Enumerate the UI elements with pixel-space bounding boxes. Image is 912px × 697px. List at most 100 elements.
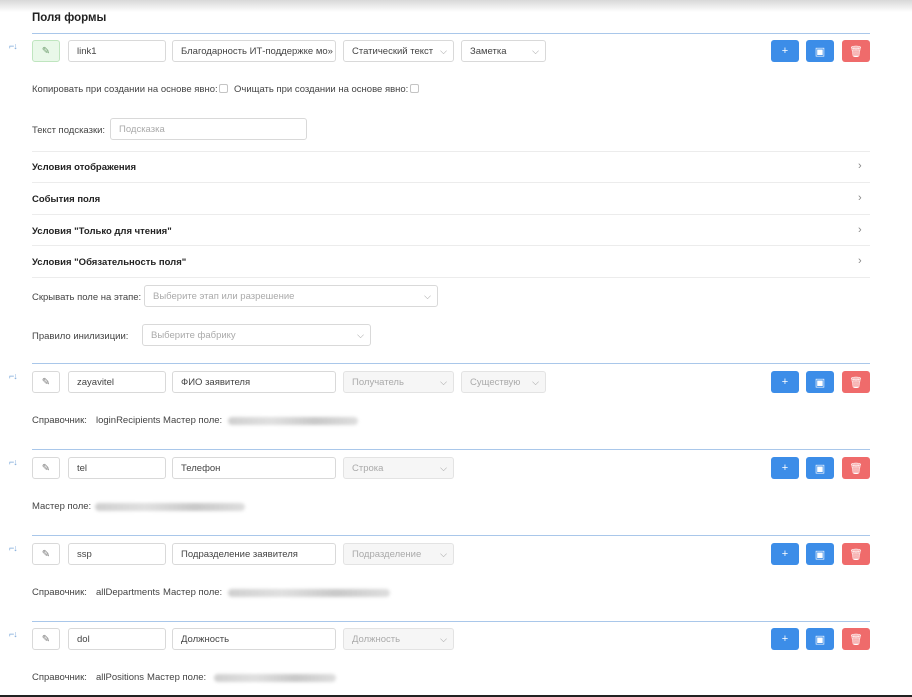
field-code-input[interactable]: tel: [68, 457, 166, 479]
pencil-icon[interactable]: ✎: [32, 371, 60, 393]
section-field-events[interactable]: События поля: [32, 194, 100, 205]
drag-handle-icon[interactable]: ⌐↓: [9, 543, 23, 553]
delete-button[interactable]: 🗑: [842, 628, 870, 650]
hide-stage-select[interactable]: Выберите этап или разрешение ⌵: [144, 285, 438, 307]
delete-button[interactable]: 🗑: [842, 457, 870, 479]
plus-icon: +: [781, 633, 789, 645]
hint-input[interactable]: Подсказка: [110, 118, 307, 140]
edit-square-icon: ▣: [814, 45, 826, 58]
field-name-input[interactable]: Благодарность ИТ-поддержке мо»: [172, 40, 336, 62]
hide-stage-label: Скрывать поле на этапе:: [32, 292, 142, 303]
divider: [32, 277, 870, 278]
field-code-input[interactable]: ssp: [68, 543, 166, 565]
field-divider: [32, 363, 870, 364]
field-type-select: Должность ⌵: [343, 628, 454, 650]
delete-button[interactable]: 🗑: [842, 371, 870, 393]
field-type-select: Получатель ⌵: [343, 371, 454, 393]
plus-icon: +: [781, 45, 789, 57]
copy-label: Копировать при создании на основе явно:: [32, 84, 218, 95]
trash-icon: 🗑: [849, 548, 863, 561]
section-readonly-conditions[interactable]: Условия "Только для чтения": [32, 226, 172, 237]
add-button[interactable]: +: [771, 371, 799, 393]
trash-icon: 🗑: [849, 376, 863, 389]
clear-checkbox[interactable]: [410, 84, 419, 93]
field-type-value: Строка: [352, 462, 384, 474]
edit-button[interactable]: ▣: [806, 628, 834, 650]
field-name-input[interactable]: Телефон: [172, 457, 336, 479]
field-divider: [32, 449, 870, 450]
field-name-input[interactable]: ФИО заявителя: [172, 371, 336, 393]
chevron-down-icon: ⌵: [440, 377, 447, 387]
field-code-input[interactable]: link1: [68, 40, 166, 62]
add-button[interactable]: +: [771, 40, 799, 62]
edit-button[interactable]: ▣: [806, 457, 834, 479]
field-code-input[interactable]: zayavitel: [68, 371, 166, 393]
copy-checkbox[interactable]: [219, 84, 228, 93]
delete-button[interactable]: 🗑: [842, 40, 870, 62]
field-subtype-value: Существую: [470, 376, 521, 388]
trash-icon: 🗑: [849, 45, 863, 58]
trash-icon: 🗑: [849, 633, 863, 646]
plus-icon: +: [781, 462, 789, 474]
directory-value: loginRecipients: [96, 415, 161, 426]
drag-handle-icon[interactable]: ⌐↓: [9, 41, 23, 51]
edit-square-icon: ▣: [814, 548, 826, 561]
field-type-select[interactable]: Статический текст ⌵: [343, 40, 454, 62]
chevron-right-icon[interactable]: ›: [858, 192, 862, 204]
init-rule-select[interactable]: Выберите фабрику ⌵: [142, 324, 371, 346]
field-type-value: Подразделение: [352, 548, 422, 560]
add-button[interactable]: +: [771, 628, 799, 650]
chevron-down-icon: ⌵: [440, 46, 447, 56]
plus-icon: +: [781, 376, 789, 388]
edit-square-icon: ▣: [814, 376, 826, 389]
divider: [32, 182, 870, 183]
chevron-down-icon: ⌵: [440, 463, 447, 473]
init-rule-label: Правило инилизиции:: [32, 331, 129, 342]
field-subtype-select[interactable]: Заметка ⌵: [461, 40, 546, 62]
pencil-icon[interactable]: ✎: [32, 457, 60, 479]
add-button[interactable]: +: [771, 543, 799, 565]
directory-label: Справочник:: [32, 587, 87, 598]
add-button[interactable]: +: [771, 457, 799, 479]
delete-button[interactable]: 🗑: [842, 543, 870, 565]
field-type-value: Получатель: [352, 376, 404, 388]
directory-label: Справочник:: [32, 672, 87, 683]
chevron-down-icon: ⌵: [532, 46, 539, 56]
field-type-value: Должность: [352, 633, 401, 645]
field-name-input[interactable]: Должность: [172, 628, 336, 650]
drag-handle-icon[interactable]: ⌐↓: [9, 371, 23, 381]
init-rule-placeholder: Выберите фабрику: [151, 329, 236, 341]
divider: [32, 214, 870, 215]
master-field-value-blurred: [95, 503, 245, 511]
chevron-right-icon[interactable]: ›: [858, 160, 862, 172]
edit-square-icon: ▣: [814, 633, 826, 646]
chevron-down-icon: ⌵: [440, 634, 447, 644]
field-divider: [32, 33, 870, 34]
pencil-icon[interactable]: ✎: [32, 543, 60, 565]
top-shadow: [0, 0, 912, 12]
pencil-icon[interactable]: ✎: [32, 628, 60, 650]
drag-handle-icon[interactable]: ⌐↓: [9, 457, 23, 467]
section-required-conditions[interactable]: Условия "Обязательность поля": [32, 257, 186, 268]
chevron-down-icon: ⌵: [440, 549, 447, 559]
edit-button[interactable]: ▣: [806, 371, 834, 393]
section-display-conditions[interactable]: Условия отображения: [32, 162, 136, 173]
hide-stage-placeholder: Выберите этап или разрешение: [153, 290, 295, 302]
field-code-input[interactable]: dol: [68, 628, 166, 650]
directory-label: Справочник:: [32, 415, 87, 426]
divider: [32, 245, 870, 246]
pencil-icon[interactable]: ✎: [32, 40, 60, 62]
field-type-select: Строка ⌵: [343, 457, 454, 479]
edit-square-icon: ▣: [814, 462, 826, 475]
trash-icon: 🗑: [849, 462, 863, 475]
master-field-label: Мастер поле:: [147, 672, 207, 683]
edit-button[interactable]: ▣: [806, 543, 834, 565]
chevron-right-icon[interactable]: ›: [858, 224, 862, 236]
field-subtype-value: Заметка: [470, 45, 507, 57]
drag-handle-icon[interactable]: ⌐↓: [9, 629, 23, 639]
edit-button[interactable]: ▣: [806, 40, 834, 62]
chevron-down-icon: ⌵: [532, 377, 539, 387]
field-divider: [32, 535, 870, 536]
chevron-right-icon[interactable]: ›: [858, 255, 862, 267]
field-name-input[interactable]: Подразделение заявителя: [172, 543, 336, 565]
